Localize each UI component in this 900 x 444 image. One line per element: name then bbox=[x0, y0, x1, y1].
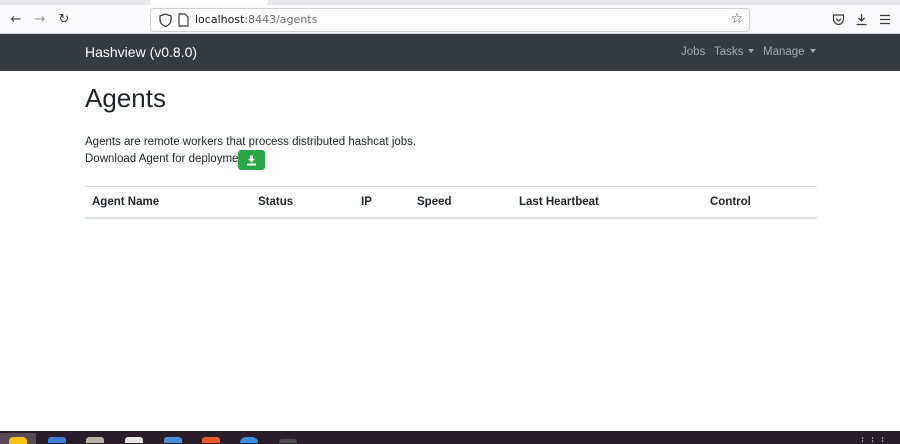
files-icon[interactable] bbox=[86, 437, 104, 443]
nav-item-manage[interactable]: Manage bbox=[763, 46, 816, 58]
trash-icon[interactable] bbox=[279, 439, 297, 443]
column-header-status: Status bbox=[258, 196, 294, 208]
column-header-speed: Speed bbox=[417, 196, 452, 208]
download-agent-label: Download Agent for deployment bbox=[85, 153, 249, 165]
activities-icon[interactable] bbox=[9, 437, 27, 444]
back-arrow-icon[interactable]: ← bbox=[5, 8, 27, 30]
app-icon[interactable] bbox=[125, 437, 143, 443]
download-agent-button[interactable] bbox=[238, 150, 265, 170]
menu-hamburger-icon[interactable] bbox=[879, 14, 891, 25]
page-title: Agents bbox=[85, 83, 166, 113]
column-header-control: Control bbox=[710, 196, 751, 208]
forward-arrow-icon[interactable]: → bbox=[29, 8, 51, 30]
reload-icon[interactable]: ↻ bbox=[53, 8, 75, 30]
page-info-icon[interactable] bbox=[178, 13, 189, 27]
document-icon[interactable] bbox=[164, 437, 182, 443]
caret-down-icon bbox=[809, 49, 816, 53]
nav-item-jobs[interactable]: Jobs bbox=[681, 46, 705, 58]
brand-link[interactable]: Hashview (v0.8.0) bbox=[85, 44, 197, 60]
pocket-icon[interactable] bbox=[832, 13, 845, 26]
nav-item-tasks-label: Tasks bbox=[714, 46, 744, 58]
bookmark-star-icon[interactable]: ☆ bbox=[730, 11, 743, 27]
column-header-ip: IP bbox=[361, 196, 372, 208]
downloads-icon[interactable] bbox=[855, 13, 868, 26]
firefox-icon[interactable] bbox=[48, 437, 66, 443]
nav-item-manage-label: Manage bbox=[763, 46, 805, 58]
help-icon[interactable] bbox=[240, 437, 258, 443]
agents-description: Agents are remote workers that process d… bbox=[85, 136, 417, 148]
url-path: :8443/agents bbox=[244, 13, 318, 26]
table-top-border bbox=[85, 186, 817, 187]
browser-toolbar: ← → ↻ localhost:8443/agents ☆ bbox=[0, 5, 900, 34]
url-bar[interactable]: localhost:8443/agents ☆ bbox=[150, 8, 750, 32]
app-navbar: Hashview (v0.8.0) Jobs Tasks Manage bbox=[0, 34, 900, 71]
shield-icon[interactable] bbox=[159, 13, 172, 27]
column-header-last-heartbeat: Last Heartbeat bbox=[519, 196, 599, 208]
download-icon bbox=[247, 155, 256, 165]
column-header-agent-name: Agent Name bbox=[92, 196, 160, 208]
table-header-border bbox=[85, 217, 817, 219]
nav-item-tasks[interactable]: Tasks bbox=[714, 46, 755, 58]
show-apps-icon[interactable]: ⋮⋮⋮ bbox=[858, 436, 888, 444]
url-host: localhost bbox=[195, 13, 245, 26]
store-icon[interactable] bbox=[202, 437, 220, 443]
caret-down-icon bbox=[748, 49, 755, 53]
url-text: localhost:8443/agents bbox=[195, 13, 317, 26]
